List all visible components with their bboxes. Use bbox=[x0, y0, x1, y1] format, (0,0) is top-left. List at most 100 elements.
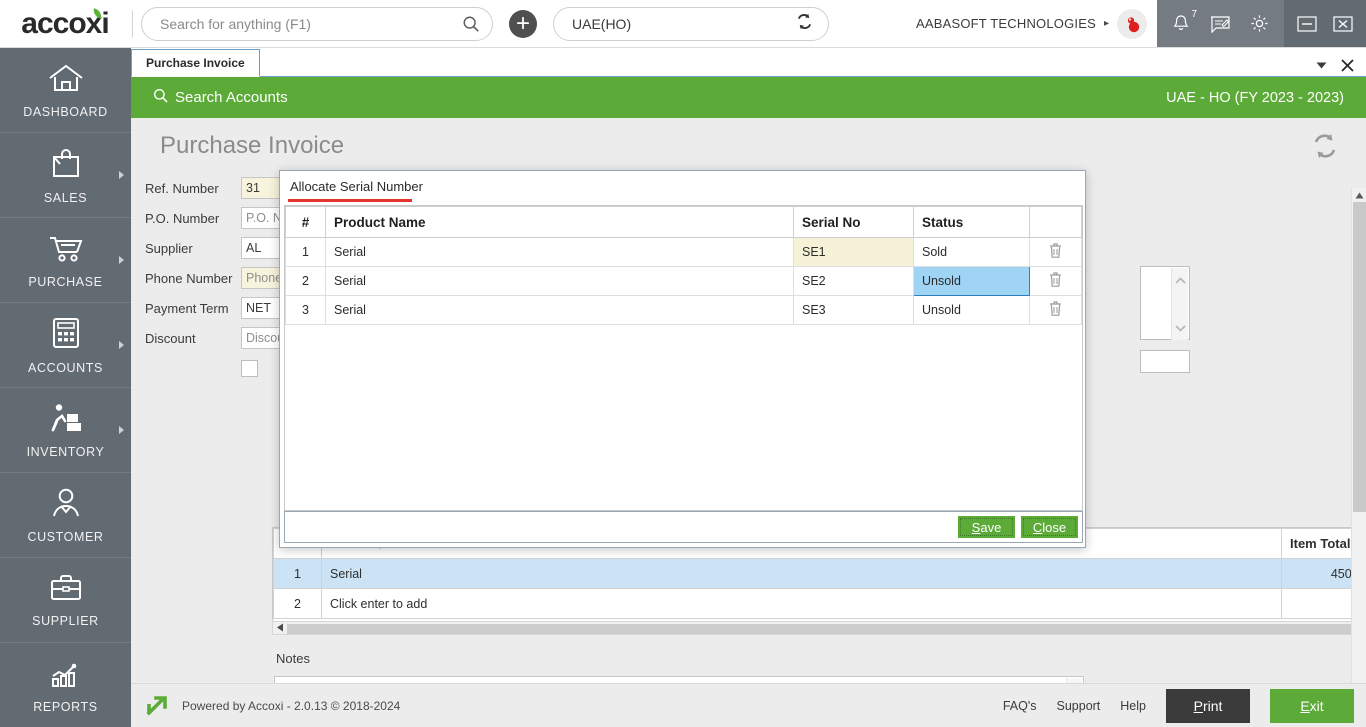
field-label: Phone Number bbox=[145, 271, 241, 286]
refresh-icon[interactable] bbox=[1308, 129, 1342, 163]
chevron-up-icon[interactable] bbox=[1175, 271, 1186, 289]
sidebar-item-dashboard[interactable]: DASHBOARD bbox=[0, 48, 131, 133]
application-window: accoxi UAE(HO) AABASOFT TECHNOLOGIES bbox=[0, 0, 1366, 727]
table-row[interactable]: 2 Serial SE2 Unsold bbox=[286, 267, 1082, 296]
save-label-accel: S bbox=[972, 520, 981, 535]
scroll-up-icon[interactable] bbox=[1352, 188, 1366, 202]
column-header-index[interactable]: # bbox=[286, 207, 326, 238]
exit-label-rest: xit bbox=[1310, 698, 1324, 714]
message-icon[interactable] bbox=[1209, 14, 1231, 34]
sidebar-item-customer[interactable]: CUSTOMER bbox=[0, 473, 131, 558]
search-input[interactable] bbox=[160, 16, 462, 32]
exit-label-accel: E bbox=[1300, 698, 1309, 714]
row-product-name[interactable]: Serial bbox=[326, 296, 794, 325]
row-serial-no[interactable]: SE1 bbox=[794, 238, 914, 267]
row-serial-no[interactable]: SE2 bbox=[794, 267, 914, 296]
page-scroll-thumb[interactable] bbox=[1353, 202, 1366, 512]
footer-link-support[interactable]: Support bbox=[1057, 699, 1101, 713]
sidebar-item-inventory[interactable]: INVENTORY bbox=[0, 388, 131, 473]
serial-number-grid: # Product Name Serial No Status 1 Serial… bbox=[285, 206, 1082, 325]
add-new-button[interactable] bbox=[509, 10, 537, 38]
minimize-icon[interactable] bbox=[1296, 14, 1318, 34]
column-header-delete bbox=[1030, 207, 1082, 238]
trash-icon[interactable] bbox=[1030, 296, 1082, 325]
organization-name: AABASOFT TECHNOLOGIES bbox=[916, 16, 1096, 31]
tab-label: Purchase Invoice bbox=[146, 56, 245, 70]
bell-icon[interactable]: 7 bbox=[1171, 13, 1191, 34]
exit-button[interactable]: Exit bbox=[1270, 689, 1354, 723]
home-icon bbox=[46, 62, 86, 99]
search-accounts-label: Search Accounts bbox=[175, 89, 288, 106]
sidebar-item-label: REPORTS bbox=[33, 700, 97, 714]
chevron-right-icon bbox=[119, 341, 124, 349]
tab-bar: Purchase Invoice bbox=[131, 48, 1366, 77]
table-row[interactable]: 3 Serial SE3 Unsold bbox=[286, 296, 1082, 325]
row-status[interactable]: Unsold bbox=[914, 296, 1030, 325]
page-vertical-scrollbar[interactable] bbox=[1351, 188, 1366, 702]
form-checkbox[interactable] bbox=[241, 360, 258, 377]
close-label-accel: C bbox=[1033, 520, 1042, 535]
allocate-serial-number-dialog: Allocate Serial Number # Product Name Se… bbox=[279, 170, 1086, 548]
footer-actions: FAQ's Support Help Print Exit bbox=[1003, 684, 1366, 727]
search-accounts-button[interactable]: Search Accounts bbox=[153, 88, 288, 107]
field-label: Ref. Number bbox=[145, 181, 241, 196]
notification-count: 7 bbox=[1191, 9, 1197, 20]
column-header-product-name[interactable]: Product Name bbox=[326, 207, 794, 238]
row-status[interactable]: Sold bbox=[914, 238, 1030, 267]
row-serial-no[interactable]: SE3 bbox=[794, 296, 914, 325]
serial-number-table: # Product Name Serial No Status 1 Serial… bbox=[284, 205, 1083, 511]
row-product-name[interactable]: Serial bbox=[326, 238, 794, 267]
scroll-left-icon[interactable] bbox=[276, 619, 284, 637]
accoxi-arrow-icon bbox=[145, 690, 172, 722]
row-product-name[interactable]: Serial bbox=[326, 267, 794, 296]
sidebar-item-label: DASHBOARD bbox=[23, 105, 108, 119]
branch-selector[interactable]: UAE(HO) bbox=[553, 7, 829, 41]
totals-row: 428.5714 bbox=[1093, 645, 1366, 674]
close-icon[interactable] bbox=[1332, 14, 1354, 34]
trash-icon[interactable] bbox=[1030, 238, 1082, 267]
save-button[interactable]: Save bbox=[958, 516, 1015, 538]
row-status[interactable]: Unsold bbox=[914, 267, 1030, 296]
close-icon[interactable] bbox=[1341, 59, 1354, 72]
avatar[interactable] bbox=[1117, 9, 1147, 39]
sidebar-item-accounts[interactable]: ACCOUNTS bbox=[0, 303, 131, 388]
chevron-down-icon[interactable] bbox=[1175, 319, 1186, 337]
footer-link-faqs[interactable]: FAQ's bbox=[1003, 699, 1037, 713]
global-search[interactable] bbox=[141, 7, 493, 41]
tab-purchase-invoice[interactable]: Purchase Invoice bbox=[131, 49, 260, 77]
close-label-rest: lose bbox=[1042, 520, 1066, 535]
table-row[interactable]: 1 Serial SE1 Sold bbox=[286, 238, 1082, 267]
trash-icon[interactable] bbox=[1030, 267, 1082, 296]
sidebar-item-reports[interactable]: REPORTS bbox=[0, 643, 131, 727]
sidebar-item-label: INVENTORY bbox=[27, 445, 105, 459]
sidebar-item-purchase[interactable]: PURCHASE bbox=[0, 218, 131, 303]
column-header-serial-no[interactable]: Serial No bbox=[794, 207, 914, 238]
dialog-body: # Product Name Serial No Status 1 Serial… bbox=[284, 205, 1083, 683]
organization-selector[interactable]: AABASOFT TECHNOLOGIES ▸ bbox=[916, 9, 1157, 39]
search-accounts-bar: Search Accounts UAE - HO (FY 2023 - 2023… bbox=[131, 77, 1366, 118]
sidebar-item-label: SALES bbox=[44, 191, 87, 205]
gear-icon[interactable] bbox=[1249, 13, 1270, 34]
sidebar-item-supplier[interactable]: SUPPLIER bbox=[0, 558, 131, 643]
sync-icon[interactable] bbox=[795, 12, 814, 36]
caret-right-icon[interactable]: ▸ bbox=[1104, 18, 1109, 29]
dialog-title: Allocate Serial Number bbox=[290, 179, 423, 194]
page-title: Purchase Invoice bbox=[160, 132, 344, 160]
close-button[interactable]: Close bbox=[1021, 516, 1078, 538]
search-icon[interactable] bbox=[462, 15, 480, 33]
sidebar-item-label: SUPPLIER bbox=[32, 614, 99, 628]
field-label: Supplier bbox=[145, 241, 241, 256]
app-logo-x: x bbox=[86, 7, 102, 41]
sidebar-item-sales[interactable]: SALES bbox=[0, 133, 131, 218]
warehouse-worker-icon bbox=[46, 402, 86, 439]
column-header-status[interactable]: Status bbox=[914, 207, 1030, 238]
toolbar-icons: 7 bbox=[1157, 0, 1284, 47]
address-box-scrollbar[interactable] bbox=[1171, 268, 1188, 340]
app-logo-i: i bbox=[101, 7, 108, 41]
chevron-down-icon[interactable] bbox=[1316, 61, 1327, 70]
secondary-field-box[interactable] bbox=[1140, 350, 1190, 373]
address-box[interactable] bbox=[1140, 266, 1190, 340]
powered-by-label: Powered by Accoxi - 2.0.13 © 2018-2024 bbox=[182, 699, 400, 713]
footer-link-help[interactable]: Help bbox=[1120, 699, 1146, 713]
print-button[interactable]: Print bbox=[1166, 689, 1250, 723]
